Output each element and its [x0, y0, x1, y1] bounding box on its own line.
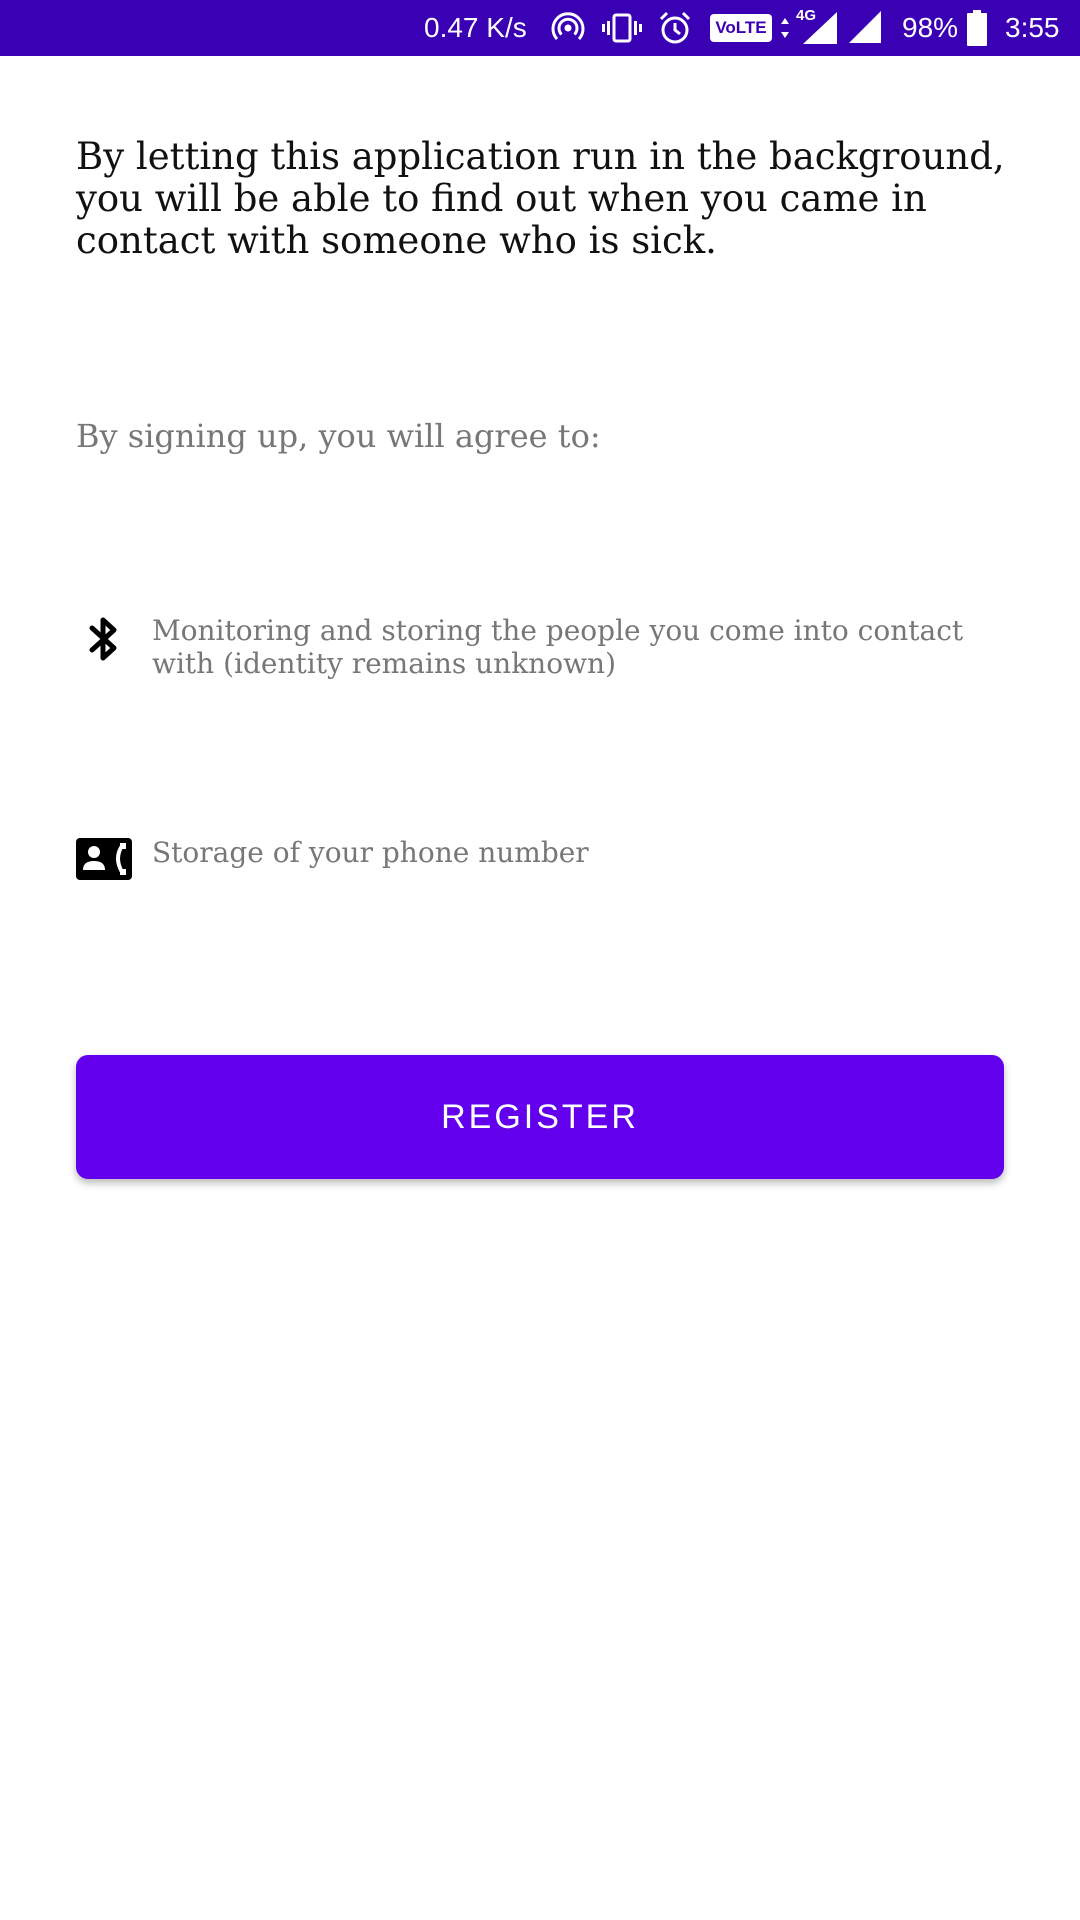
agree-item-text: Monitoring and storing the people you co… — [152, 614, 964, 680]
vibrate-icon — [600, 0, 644, 56]
signal-icon — [848, 0, 884, 56]
data-arrows-icon — [778, 0, 792, 56]
agree-item-text: Storage of your phone number — [152, 836, 589, 869]
agree-label: By signing up, you will agree to: — [76, 417, 601, 455]
signal-4g-icon: 4G — [796, 0, 840, 56]
network-type: 4G — [796, 7, 817, 24]
agree-item-bluetooth: Monitoring and storing the people you co… — [76, 614, 1016, 680]
battery-percent: 98% — [902, 12, 959, 43]
alarm-icon — [656, 0, 694, 56]
agree-item-phone: Storage of your phone number — [76, 836, 1016, 880]
intro-text: By letting this application run in the b… — [76, 135, 1005, 262]
status-bar: 0.47 K/s VoLTE 4G 98% 3:55 — [0, 0, 1080, 56]
contact-phone-icon — [76, 836, 132, 880]
register-button[interactable]: REGISTER — [76, 1055, 1004, 1179]
bluetooth-icon — [76, 614, 132, 666]
volte-badge: VoLTE — [710, 14, 772, 42]
clock: 3:55 — [1005, 12, 1060, 43]
network-speed: 0.47 K/s — [424, 12, 527, 43]
volte-icon: VoLTE — [708, 0, 774, 56]
hotspot-icon — [550, 0, 586, 56]
battery-icon — [964, 0, 990, 56]
